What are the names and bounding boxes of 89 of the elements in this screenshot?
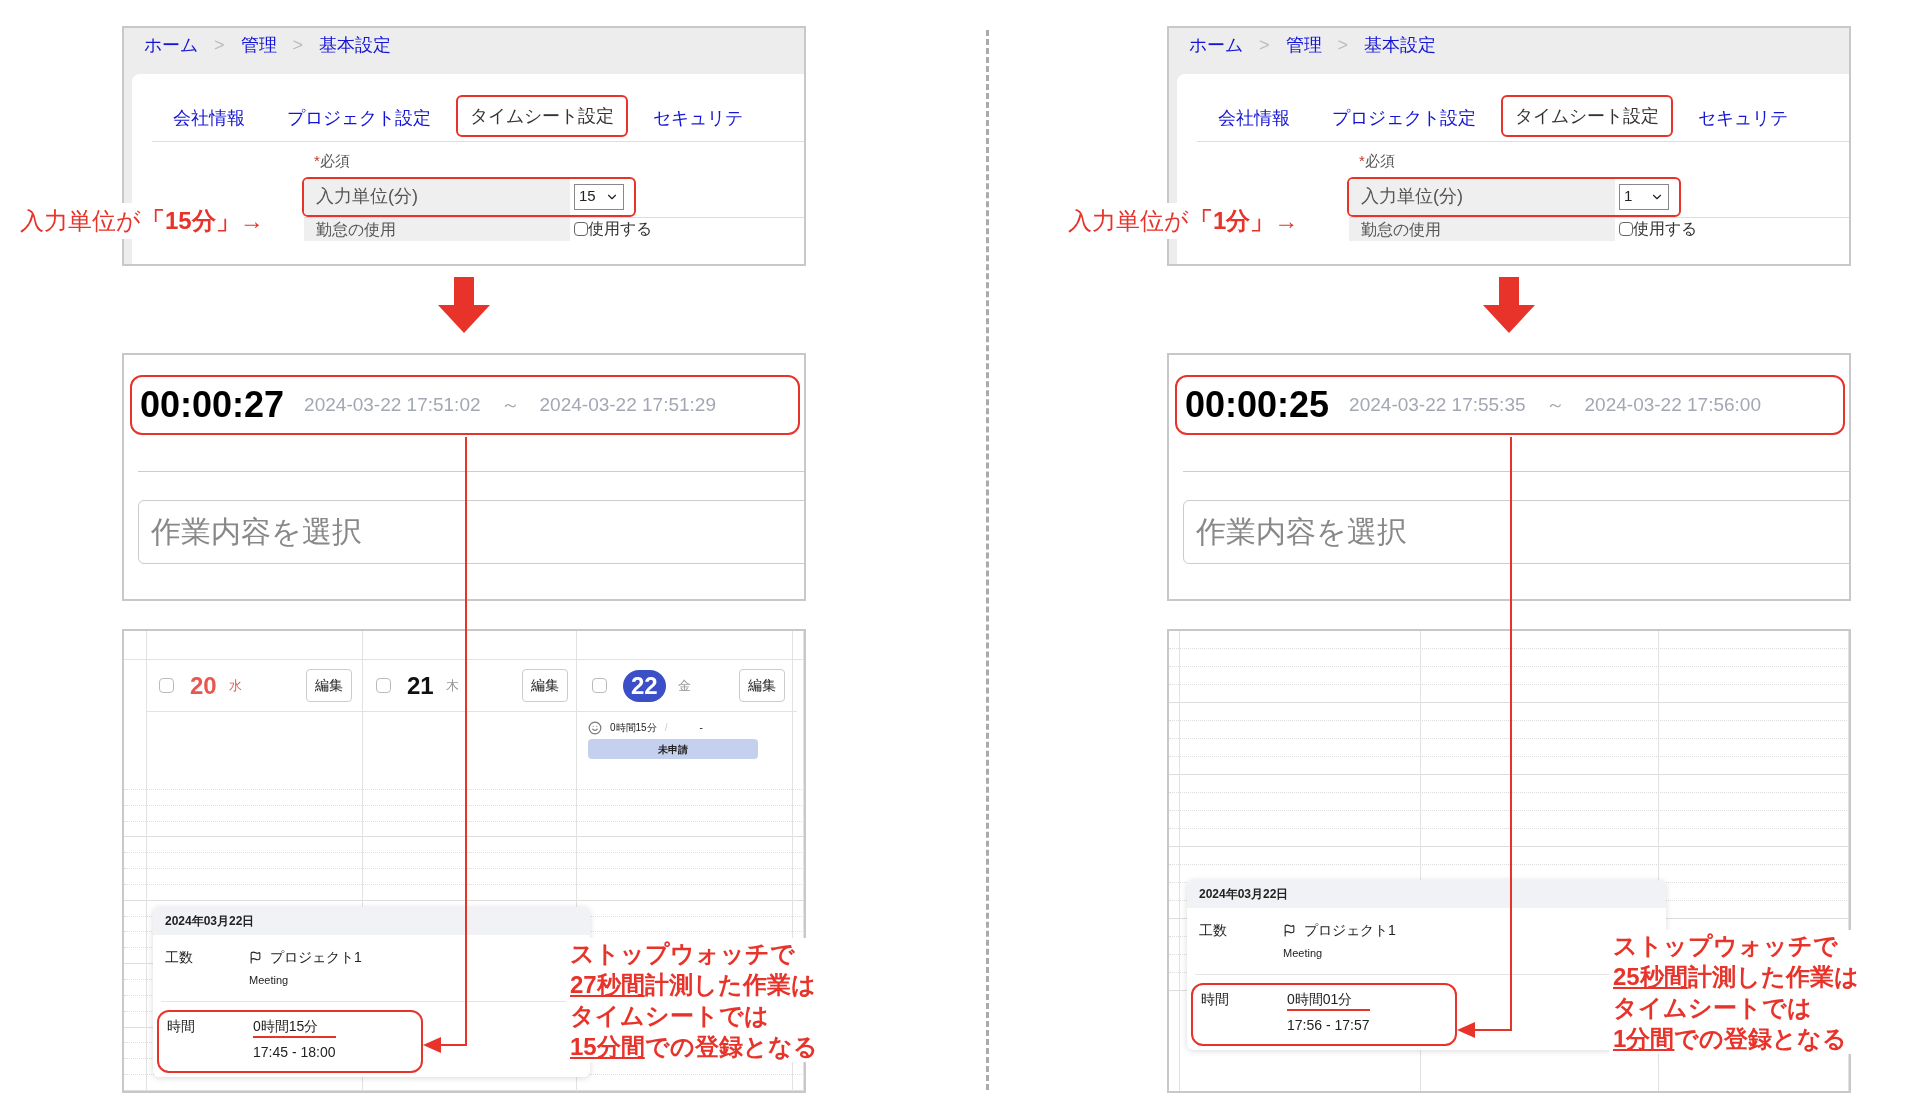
required-mark: * [314, 151, 320, 171]
day-checkbox[interactable] [592, 678, 607, 693]
duration: 0時間01分 [1287, 988, 1370, 1011]
note-text: ストップウォッチで [1613, 931, 1838, 961]
required-label: 必須 [319, 151, 350, 171]
weekday-label: 金 [677, 676, 691, 695]
breadcrumb-link[interactable]: 管理 [240, 31, 277, 59]
settings-tab[interactable]: プロジェクト設定 [266, 95, 452, 141]
elapsed-time: 00:00:27 [140, 383, 285, 427]
note-text: タイムシートでは [1613, 993, 1812, 1023]
underlined-note-text: 27秒間 [570, 970, 645, 1000]
note-text: ストップウォッチで [570, 939, 795, 969]
status-badge: 未申請 [588, 739, 758, 759]
effort-label: 工数 [1198, 921, 1228, 940]
day-checkbox[interactable] [159, 678, 174, 693]
underlined-note-text: 25秒間 [1613, 962, 1688, 992]
breadcrumb-separator: > [1337, 33, 1349, 57]
project-name: プロジェクト1 [270, 948, 362, 967]
flag-icon [249, 951, 262, 964]
task-field[interactable]: 作業内容を選択 [138, 500, 804, 564]
note-text: 計測した作業は [1687, 962, 1859, 992]
edit-button[interactable]: 編集 [522, 669, 568, 702]
day-checkbox[interactable] [376, 678, 391, 693]
breadcrumb-separator: > [292, 33, 304, 57]
breadcrumb-link[interactable]: 基本設定 [319, 31, 392, 59]
day-number: 21 [407, 670, 434, 701]
popover-header: 2024年03月22日 [1187, 880, 1666, 908]
range-separator: ～ [500, 392, 520, 417]
field-label: 入力単位(分) [1349, 178, 1615, 215]
breadcrumb-link[interactable]: 基本設定 [1364, 31, 1437, 59]
time-range: 17:45 - 18:00 [253, 1042, 336, 1062]
note-text: 計測した作業は [644, 970, 816, 1000]
breadcrumb-separator: > [214, 33, 225, 57]
popover-header: 2024年03月22日 [153, 907, 590, 935]
duration: 0時間15分 [253, 1015, 336, 1038]
breadcrumb-link[interactable]: ホーム [1189, 31, 1243, 59]
task-name: Meeting [249, 973, 290, 988]
settings-tab[interactable]: プロジェクト設定 [1311, 95, 1497, 141]
checkbox-label: 使用する [588, 219, 652, 239]
end-time: 2024-03-22 17:51:29 [539, 392, 716, 417]
project-name: プロジェクト1 [1304, 921, 1396, 940]
task-field[interactable]: 作業内容を選択 [1183, 500, 1849, 564]
field-label: 勤怠の使用 [304, 217, 570, 241]
settings-tab[interactable]: タイムシート設定 [1501, 95, 1673, 137]
note-text: での登録となる [644, 1032, 818, 1062]
day-number: 20 [190, 670, 217, 701]
day-value: - [699, 721, 703, 735]
required-mark: * [1359, 151, 1365, 171]
settings-tab[interactable]: セキュリテ [1677, 95, 1809, 141]
day-hours: 0時間15分 [610, 721, 657, 735]
settings-tab[interactable]: セキュリテ [632, 95, 764, 141]
start-time: 2024-03-22 17:51:02 [304, 392, 481, 417]
note-text: での登録となる [1674, 1024, 1848, 1054]
elapsed-time: 00:00:25 [1185, 383, 1330, 427]
breadcrumb-link[interactable]: 管理 [1285, 31, 1322, 59]
range-separator: ～ [1545, 392, 1565, 417]
start-time: 2024-03-22 17:55:35 [1349, 392, 1526, 417]
hours-separator: / [664, 721, 668, 735]
underlined-note-text: 1分間 [1613, 1024, 1675, 1054]
required-label: 必須 [1364, 151, 1395, 171]
field-label: 入力単位(分) [304, 178, 570, 215]
settings-tab[interactable]: タイムシート設定 [456, 95, 628, 137]
settings-tab[interactable]: 会社情報 [152, 95, 266, 141]
smiley-icon [588, 720, 602, 735]
breadcrumb-link[interactable]: ホーム [144, 31, 198, 59]
day-number: 22 [623, 669, 666, 702]
effort-label: 工数 [164, 948, 194, 967]
flag-icon [1283, 924, 1296, 937]
settings-tab[interactable]: 会社情報 [1197, 95, 1311, 141]
end-time: 2024-03-22 17:56:00 [1584, 392, 1761, 417]
field-label: 勤怠の使用 [1349, 217, 1615, 241]
down-arrow-icon [1481, 277, 1537, 333]
time-label: 時間 [167, 1016, 196, 1036]
checkbox-label: 使用する [1633, 219, 1697, 239]
time-range: 17:56 - 17:57 [1287, 1015, 1370, 1035]
task-name: Meeting [1283, 946, 1324, 961]
breadcrumb-separator: > [1259, 33, 1270, 57]
unit-select[interactable]: 15 [574, 183, 624, 210]
edit-button[interactable]: 編集 [739, 669, 785, 702]
edit-button[interactable]: 編集 [306, 669, 352, 702]
checkbox[interactable] [574, 222, 588, 236]
weekday-label: 木 [445, 676, 459, 695]
weekday-label: 水 [228, 676, 242, 695]
note-text: タイムシートでは [570, 1001, 769, 1031]
time-label: 時間 [1201, 989, 1230, 1009]
underlined-note-text: 15分間 [570, 1032, 645, 1062]
down-arrow-icon [436, 277, 492, 333]
checkbox[interactable] [1619, 222, 1633, 236]
unit-select[interactable]: 1 [1619, 183, 1669, 210]
